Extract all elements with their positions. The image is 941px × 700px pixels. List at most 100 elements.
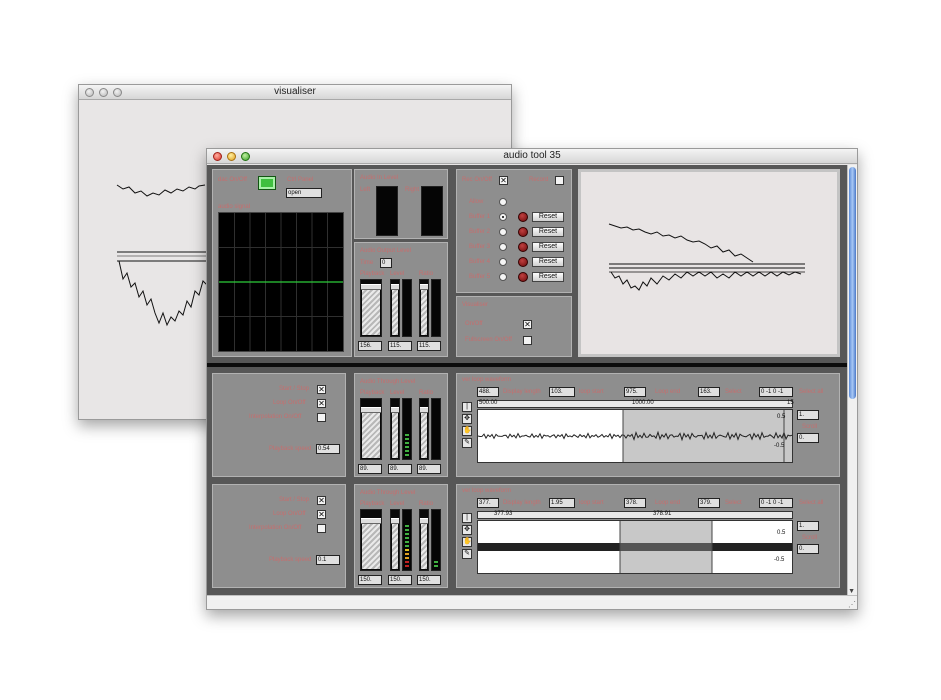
record-checkbox[interactable] bbox=[555, 176, 564, 185]
buffer-reset-button[interactable]: Reset bbox=[532, 272, 564, 282]
through-ratio-slider[interactable] bbox=[419, 398, 429, 460]
resize-grip-icon[interactable]: ⋰ bbox=[848, 600, 856, 609]
loop-end-label: Loop end bbox=[655, 500, 681, 506]
start-stop-checkbox[interactable]: ✕ bbox=[317, 496, 326, 505]
move-tool-icon[interactable]: ✥ bbox=[462, 414, 472, 424]
output-ratio-value[interactable]: 115. bbox=[417, 341, 441, 351]
display-length-box[interactable]: 103. bbox=[549, 387, 575, 397]
through-level-value[interactable]: 150. bbox=[388, 575, 412, 585]
start-stop-checkbox[interactable]: ✕ bbox=[317, 385, 326, 394]
buffer-status-led bbox=[518, 257, 528, 267]
buffer-reset-button[interactable]: Reset bbox=[532, 257, 564, 267]
scroll-box[interactable]: 0. bbox=[797, 544, 819, 554]
loop-end-box[interactable]: 163. bbox=[698, 387, 720, 397]
interpolation-checkbox[interactable] bbox=[317, 524, 326, 533]
rec-on-off-label: Rec On/Off bbox=[462, 177, 492, 183]
through-ratio-value[interactable]: 150. bbox=[417, 575, 441, 585]
visualiser-on-off-checkbox[interactable]: ✕ bbox=[523, 320, 532, 329]
buffer-status-led bbox=[518, 212, 528, 222]
through-level-value[interactable]: 89. bbox=[388, 464, 412, 474]
through-col-label: Playback bbox=[360, 501, 385, 507]
buffer-radio[interactable] bbox=[499, 243, 507, 251]
through-ratio-meter bbox=[431, 509, 441, 571]
waveform-svg bbox=[478, 410, 792, 462]
loop-on-off-checkbox[interactable]: ✕ bbox=[317, 399, 326, 408]
scroll-box[interactable]: 0. bbox=[797, 433, 819, 443]
buffer-row-label: Buffer 1 bbox=[469, 214, 490, 220]
ctrl-panel-menu[interactable]: open bbox=[286, 188, 322, 198]
through-ratio-slider[interactable] bbox=[419, 509, 429, 571]
pencil-tool-icon[interactable]: ✎ bbox=[462, 438, 472, 448]
output-level-value[interactable]: 115. bbox=[388, 341, 412, 351]
through-ratio-value[interactable]: 89. bbox=[417, 464, 441, 474]
select-box[interactable]: 0 -1 0 -1 bbox=[759, 498, 793, 508]
loop-start-box[interactable]: 377. bbox=[477, 498, 499, 508]
move-tool-icon[interactable]: ✥ bbox=[462, 525, 472, 535]
main-titlebar[interactable]: audio tool 35 bbox=[207, 149, 857, 164]
time-tick-label: 15 bbox=[787, 400, 794, 406]
through-title: Audio Through Level bbox=[360, 379, 416, 385]
through-col-label: Ratio bbox=[419, 390, 434, 396]
hand-tool-icon[interactable]: ✋ bbox=[462, 537, 472, 547]
time-tick-label: 377.93 bbox=[494, 511, 513, 517]
display-length-box[interactable]: 1.95 bbox=[549, 498, 575, 508]
hand-tool-icon[interactable]: ✋ bbox=[462, 426, 472, 436]
select-all-box[interactable]: 1. bbox=[797, 521, 819, 531]
select-tool-icon[interactable]: | bbox=[462, 513, 472, 523]
output-playback-slider[interactable] bbox=[360, 279, 382, 337]
select-box[interactable]: 0 -1 0 -1 bbox=[759, 387, 793, 397]
select-label: Select bbox=[725, 500, 742, 506]
display-start-box[interactable]: 378. bbox=[624, 498, 646, 508]
loop-waveform-display[interactable] bbox=[477, 520, 793, 574]
loop-waveform-display[interactable] bbox=[477, 409, 793, 463]
buffer-status-led bbox=[518, 272, 528, 282]
fullscreen-checkbox[interactable] bbox=[523, 336, 532, 345]
output-playback-value[interactable]: 156. bbox=[358, 341, 382, 351]
rec-on-off-checkbox[interactable]: ✕ bbox=[499, 176, 508, 185]
loop-start-box[interactable]: 488. bbox=[477, 387, 499, 397]
buffer-reset-button[interactable]: Reset bbox=[532, 242, 564, 252]
section-divider bbox=[207, 363, 847, 367]
playback-speed-box[interactable]: 0.54 bbox=[316, 444, 340, 454]
y-tick-label: -0.5 bbox=[774, 443, 785, 449]
visualiser-on-off-label: On/Off bbox=[465, 321, 483, 327]
playback-speed-box[interactable]: 0.1 bbox=[316, 555, 340, 565]
pencil-tool-icon[interactable]: ✎ bbox=[462, 549, 472, 559]
start-stop-label: Start / Stop bbox=[279, 386, 310, 392]
start-stop-label: Start / Stop bbox=[279, 497, 310, 503]
through-level-slider[interactable] bbox=[390, 509, 400, 571]
buffer-status-led bbox=[518, 242, 528, 252]
scope-grid bbox=[219, 213, 343, 351]
y-tick-label: 0.5 bbox=[777, 414, 786, 420]
interpolation-label: Interpolation On/Off bbox=[249, 414, 302, 420]
vertical-scrollbar[interactable] bbox=[847, 165, 857, 595]
dac-toggle-button[interactable] bbox=[258, 176, 276, 190]
through-playback-slider[interactable] bbox=[360, 398, 382, 460]
output-level-slider[interactable] bbox=[390, 279, 400, 337]
loop-end-label: Loop end bbox=[655, 389, 681, 395]
display-start-box[interactable]: 975. bbox=[624, 387, 646, 397]
interpolation-checkbox[interactable] bbox=[317, 413, 326, 422]
loop-end-box[interactable]: 379. bbox=[698, 498, 720, 508]
select-all-box[interactable]: 1. bbox=[797, 410, 819, 420]
loop-on-off-checkbox[interactable]: ✕ bbox=[317, 510, 326, 519]
buffer-status-led bbox=[518, 227, 528, 237]
buffer-reset-button[interactable]: Reset bbox=[532, 227, 564, 237]
scroll-down-arrow-icon[interactable]: ▼ bbox=[848, 588, 855, 595]
select-tool-icon[interactable]: | bbox=[462, 402, 472, 412]
through-playback-value[interactable]: 150. bbox=[358, 575, 382, 585]
output-ratio-slider[interactable] bbox=[419, 279, 429, 337]
output-time-box[interactable]: 0 bbox=[380, 258, 392, 268]
buffer-radio[interactable] bbox=[499, 273, 507, 281]
allow-radio[interactable] bbox=[499, 198, 507, 206]
buffer-radio[interactable] bbox=[499, 213, 507, 221]
buffer-radio[interactable] bbox=[499, 258, 507, 266]
through-level-slider[interactable] bbox=[390, 398, 400, 460]
through-playback-slider[interactable] bbox=[360, 509, 382, 571]
scrollbar-thumb[interactable] bbox=[849, 167, 856, 399]
through-playback-value[interactable]: 89. bbox=[358, 464, 382, 474]
interpolation-label: Interpolation On/Off bbox=[249, 525, 302, 531]
visualiser-titlebar[interactable]: visualiser bbox=[79, 85, 511, 100]
buffer-reset-button[interactable]: Reset bbox=[532, 212, 564, 222]
buffer-radio[interactable] bbox=[499, 228, 507, 236]
